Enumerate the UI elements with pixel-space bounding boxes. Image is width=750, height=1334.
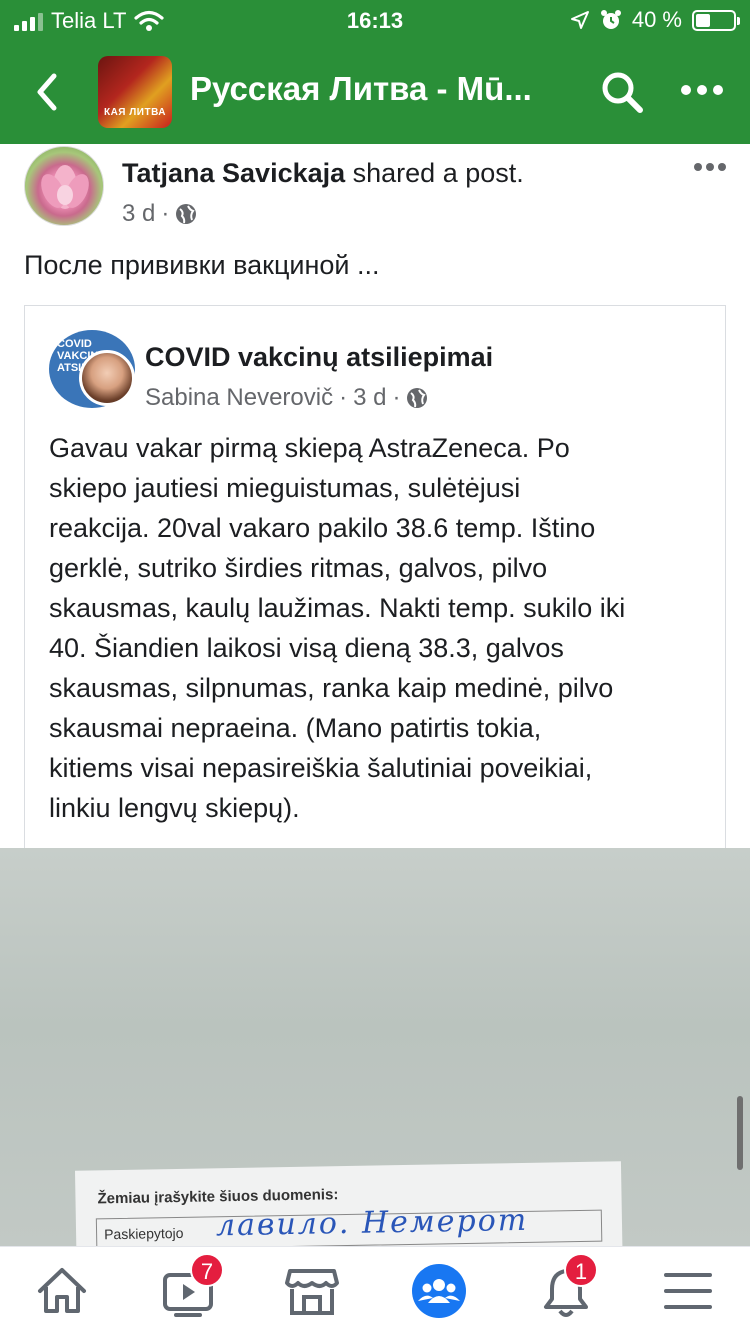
battery-icon: [692, 9, 740, 31]
lotus-image: [41, 165, 89, 209]
back-arrow-icon[interactable]: [30, 70, 64, 114]
shared-post[interactable]: COVID VAKCINŲ ATSILIEPIMAI COVID vakcinų…: [24, 305, 726, 850]
document-paper: Žemiau įrašykite šiuos duomenis: Paskiep…: [74, 1161, 624, 1246]
groups-icon[interactable]: [409, 1261, 469, 1321]
watch-badge: 7: [190, 1253, 224, 1287]
status-right: 40 %: [570, 7, 740, 33]
paper-field-label: Paskiepytojo: [103, 1224, 184, 1243]
shared-meta: Sabina Neverovič · 3 d ·: [145, 384, 428, 412]
globe-icon: [407, 388, 428, 408]
meta-separator: ·: [339, 384, 348, 411]
paper-heading: Žemiau įrašykite šiuos duomenis:: [97, 1186, 339, 1208]
post-meta: 3 d ·: [122, 200, 197, 228]
watch-tab[interactable]: 7: [158, 1253, 224, 1321]
shared-post-body[interactable]: Gavau vakar pirmą skiepą AstraZeneca. Po…: [49, 428, 709, 828]
group-thumbnail[interactable]: КАЯ ЛИТВА: [98, 56, 172, 128]
meta-separator: ·: [392, 384, 401, 411]
group-title[interactable]: Русская Литва - Mū...: [190, 70, 532, 108]
notifications-tab[interactable]: 1: [536, 1253, 598, 1321]
group-header: КАЯ ЛИТВА Русская Литва - Mū...: [0, 40, 750, 144]
battery-percent: 40 %: [631, 7, 682, 32]
post-author-line: Tatjana Savickaja shared a post.: [122, 158, 524, 189]
shared-time[interactable]: 3 d: [353, 384, 386, 412]
post-action: shared a post.: [345, 158, 524, 188]
status-bar: Telia LT 16:13 40 %: [0, 0, 750, 40]
location-icon: [570, 11, 589, 29]
post-options-icon[interactable]: [693, 162, 727, 172]
post-photo[interactable]: Žemiau įrašykite šiuos duomenis: Paskiep…: [0, 848, 750, 1246]
more-icon[interactable]: [678, 82, 726, 98]
menu-icon[interactable]: [658, 1261, 718, 1321]
bottom-nav: 7 1: [0, 1246, 750, 1334]
search-icon[interactable]: [600, 70, 644, 114]
handwritten-signature: лавило. Немерот: [215, 1202, 529, 1244]
scrollbar[interactable]: [737, 1096, 743, 1170]
shared-group-name[interactable]: COVID vakcinų atsiliepimai: [145, 342, 493, 373]
notifications-badge: 1: [564, 1253, 598, 1287]
marketplace-icon[interactable]: [282, 1261, 342, 1321]
alarm-icon: [600, 10, 621, 29]
globe-icon: [176, 204, 197, 224]
post-text[interactable]: После прививки вакциной ...: [24, 250, 380, 281]
home-icon[interactable]: [32, 1261, 92, 1321]
avatar[interactable]: [24, 146, 104, 226]
author-avatar[interactable]: [79, 350, 135, 406]
meta-separator: ·: [161, 200, 170, 227]
post-header: Tatjana Savickaja shared a post. 3 d ·: [0, 144, 750, 244]
top-bar: Telia LT 16:13 40 % КАЯ ЛИТВА Русская Ли…: [0, 0, 750, 144]
shared-author[interactable]: Sabina Neverovič: [145, 384, 333, 412]
author-name[interactable]: Tatjana Savickaja: [122, 158, 345, 188]
post-time[interactable]: 3 d: [122, 200, 155, 228]
